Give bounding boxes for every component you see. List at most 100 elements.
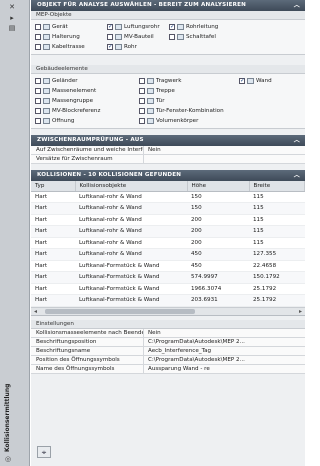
property-row[interactable]: Beschriftungsposition C:\ProgramData\Auto… [31,337,305,347]
table-cell: Luftkanal-rohr & Wand [75,225,187,238]
building-item-tuer-fenster[interactable]: Tür-Fenster-Kombination [139,108,279,114]
table-cell: Hart [31,294,75,307]
mep-item-mv-bauteil[interactable]: MV-Bauteil [107,34,169,40]
table-header-row: Typ Kollisionsobjekte Höhe Breite [31,181,305,192]
table-cell: Luftkanal-rohr & Wand [75,202,187,215]
column-header-typ[interactable]: Typ [31,181,76,192]
table-cell: Luftkanal-Formstück & Wand [75,294,187,307]
interference-section-header[interactable]: ZWISCHENRAUMPRÜFUNG - AUS ︿ [31,135,305,146]
checkbox[interactable] [107,34,113,40]
column-header-hoehe[interactable]: Höhe [187,181,250,192]
checkbox[interactable] [169,24,175,30]
chevron-up-icon[interactable]: ︿ [294,0,300,11]
collisions-section-header[interactable]: KOLLISIONEN - 10 KOLLISIONEN GEFUNDEN ︿ [31,170,305,181]
checkbox[interactable] [139,118,145,124]
table-cell: 115 [249,237,305,249]
table-cell: 25.1792 [249,283,305,295]
table-row[interactable]: Hart Luftkanal-rohr & Wand 450 127.355 [31,248,305,261]
checkbox[interactable] [139,88,145,94]
table-cell: Hart [31,237,75,249]
table-row[interactable]: Hart Luftkanal-Formstück & Wand 1966.3074 2… [31,283,305,295]
interference-panel: OBJEKT FÜR ANALYSE AUSWÄHLEN - BEREIT ZU… [31,0,305,466]
stair-icon [147,88,154,94]
checkbox[interactable] [239,78,245,84]
mep-item-luftungsrohr[interactable]: Luftungsrohr [107,24,169,30]
palette-title-bar[interactable]: ✕ ▸ ▤ Kollisionsermittlung ◎ [0,0,30,466]
chevron-up-icon[interactable]: ︿ [294,135,300,146]
checkbox[interactable] [139,108,145,114]
table-cell: Luftkanal-rohr & Wand [75,237,187,249]
scroll-right-icon[interactable]: ▸ [299,308,302,316]
building-item-mv-blockreferenz[interactable]: MV-Blockreferenz [35,108,139,114]
table-row[interactable]: Hart Luftkanal-rohr & Wand 150 115 [31,202,305,215]
table-cell: Luftkanal-Formstück & Wand [75,260,187,272]
mep-item-rohr[interactable]: Rohr [107,44,169,50]
checkbox[interactable] [35,34,41,40]
railing-icon [43,78,50,84]
mep-item-geraet[interactable]: Gerät [35,24,107,30]
checkbox[interactable] [169,34,175,40]
checkbox[interactable] [35,108,41,114]
property-row[interactable]: Name des Öffnungssymbols Aussparung Wand … [31,364,305,374]
table-row[interactable]: Hart Luftkanal-Formstück & Wand 450 22.4658 [31,260,305,272]
property-row[interactable]: Auf Zwischenräume und weiche Interferenz… [31,146,305,155]
checkbox[interactable] [35,44,41,50]
opening-icon [43,118,50,124]
palette-menu-icon[interactable]: ◎ [5,455,11,463]
building-item-tuer[interactable]: Tür [139,98,239,104]
property-row[interactable]: Versätze für Zwischenraum [31,155,305,164]
scrollbar-thumb[interactable] [45,308,195,314]
building-item-treppe[interactable]: Treppe [139,88,239,94]
table-row[interactable]: Hart Luftkanal-rohr & Wand 200 115 [31,225,305,238]
checkbox[interactable] [139,78,145,84]
property-row[interactable]: Position des Öffnungssymbols C:\ProgramDa… [31,355,305,365]
mep-objects-checkboxes: Gerät Luftungsrohr Rohrleitung Halterung… [31,20,305,55]
chevron-up-icon[interactable]: ︿ [294,170,300,181]
checkbox[interactable] [35,118,41,124]
table-cell: 200 [187,237,249,249]
checkbox[interactable] [107,44,113,50]
property-row[interactable]: Beschriftungsname Aecb_Interference_Tag [31,346,305,356]
scroll-left-icon[interactable]: ◂ [34,308,37,316]
column-header-kollisionsobjekte[interactable]: Kollisionsobjekte [75,181,188,192]
close-icon[interactable]: ✕ [7,3,17,11]
checkbox[interactable] [35,24,41,30]
checkbox[interactable] [107,24,113,30]
property-row[interactable]: Kollisionsmasseelemente nach Beenden des… [31,328,305,338]
zoom-to-icon[interactable]: ⌖ [37,446,51,458]
building-item-massengruppe[interactable]: Massengruppe [35,98,139,104]
pin-icon[interactable]: ▸ [7,14,17,22]
objects-section-header[interactable]: OBJEKT FÜR ANALYSE AUSWÄHLEN - BEREIT ZU… [31,0,305,11]
door-window-icon [147,108,154,114]
settings-label: Einstellungen [31,319,305,329]
table-row[interactable]: Hart Luftkanal-Formstück & Wand 574.9997 15… [31,271,305,284]
building-item-gelaender[interactable]: Geländer [35,78,139,84]
table-row[interactable]: Hart Luftkanal-rohr & Wand 200 115 [31,237,305,249]
block-reference-icon [43,108,50,114]
table-cell: 150.1792 [249,271,305,284]
building-item-massenelement[interactable]: Massenelement [35,88,139,94]
table-cell: 574.9997 [187,271,249,284]
column-header-breite[interactable]: Breite [249,181,305,192]
building-item-tragwerk[interactable]: Tragwerk [139,78,239,84]
building-item-wand[interactable]: Wand [239,78,289,84]
palette-title: Kollisionsermittlung [4,383,11,452]
checkbox[interactable] [139,98,145,104]
table-row[interactable]: Hart Luftkanal-rohr & Wand 150 115 [31,191,305,203]
horizontal-scrollbar[interactable]: ◂ ▸ [31,306,305,316]
mep-item-kabeltrasse[interactable]: Kabeltrasse [35,44,107,50]
table-row[interactable]: Hart Luftkanal-rohr & Wand 200 115 [31,214,305,226]
checkbox[interactable] [35,98,41,104]
building-item-oeffnung[interactable]: Öffnung [35,118,139,124]
checkbox[interactable] [35,88,41,94]
checkbox[interactable] [35,78,41,84]
building-item-volumenkoerper[interactable]: Volumenkörper [139,118,239,124]
table-cell: Luftkanal-rohr & Wand [75,191,187,203]
mep-item-rohrleitung[interactable]: Rohrleitung [169,24,239,30]
settings-icon[interactable]: ▤ [7,24,17,32]
table-cell: 25.1792 [249,294,305,307]
mep-item-halterung[interactable]: Halterung [35,34,107,40]
mep-item-schalttafel[interactable]: Schalttafel [169,34,239,40]
table-cell: Hart [31,271,75,284]
table-row[interactable]: Hart Luftkanal-Formstück & Wand 203.6931 25… [31,294,305,307]
